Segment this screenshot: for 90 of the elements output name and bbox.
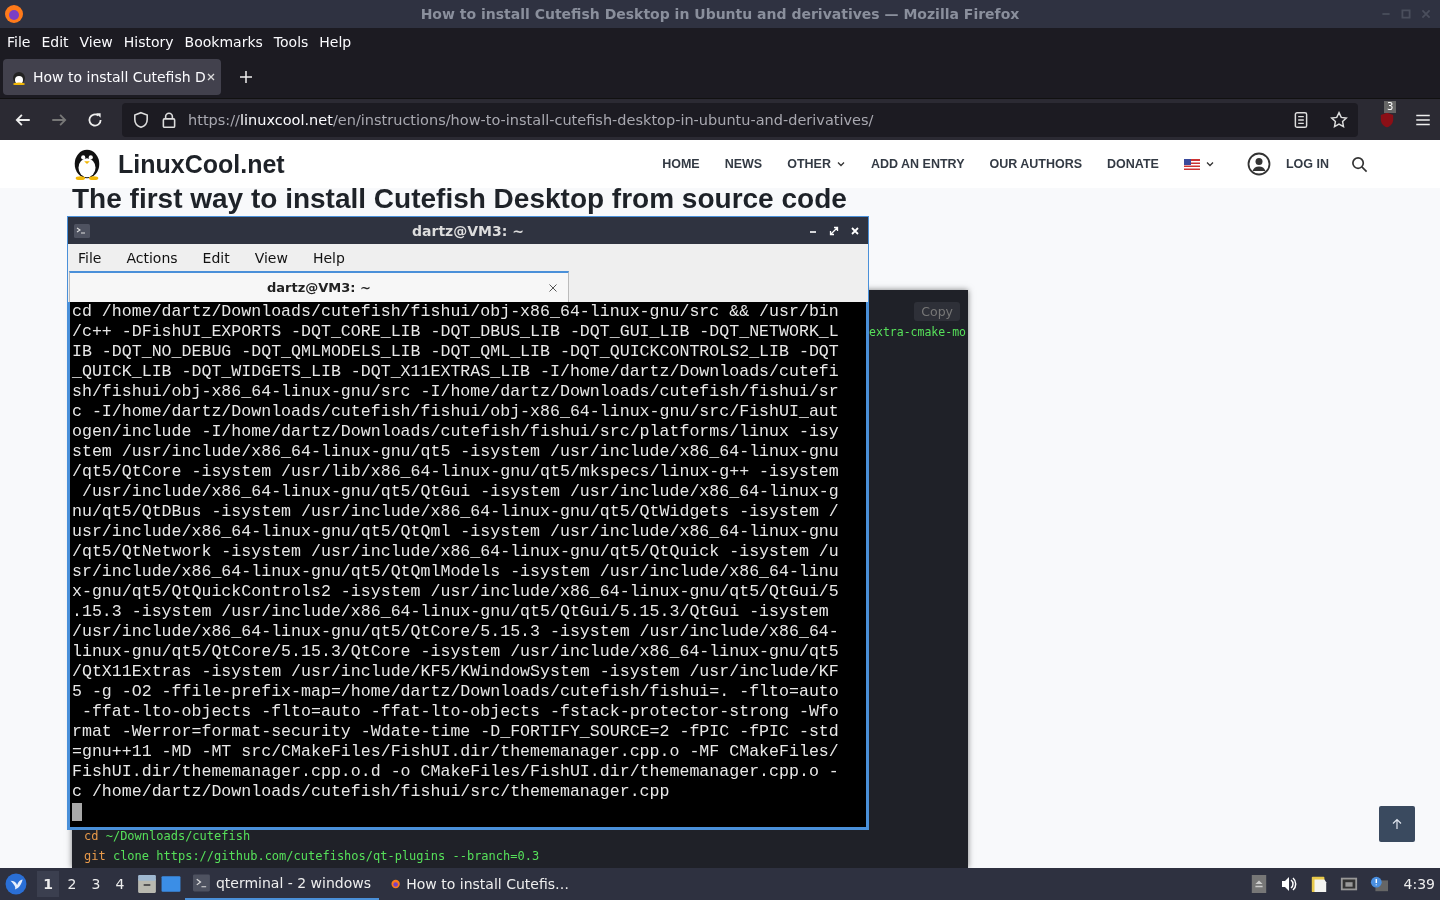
terminal-line: x-gnu/qt5/QtQuickControls2 -isystem /usr/include/x86_64-linux-gnu/qt5/QtGui/5	[72, 582, 840, 602]
taskbar-task[interactable]: How to install Cutefis…	[383, 868, 577, 900]
nav-link[interactable]: NEWS	[724, 157, 763, 171]
terminal-line: sr/include/x86_64-linux-gnu/qt5/QtQmlModels -isystem /usr/include/x86_64-linu	[72, 562, 840, 582]
terminal-tab[interactable]: dartz@VM3: ~	[69, 271, 569, 302]
caret-icon[interactable]	[835, 159, 846, 169]
code-line: cd ~/Downloads/cutefish	[84, 828, 252, 845]
terminal-line: nu/qt5/QtDBus -isystem /usr/include/x86_64-linux-gnu/qt5/QtWidgets -isystem /	[72, 502, 840, 522]
url-text: https://linuxcool.net/en/instructions/how-to-install-cutefish-desktop-in-ubuntu-and-derivatives/	[188, 111, 875, 128]
text-cursor	[72, 803, 82, 821]
terminal-line: _QUICK_LIB -DQT_WIDGETS_LIB -DQT_X11EXTRAS_LIB -I/home/dartz/Downloads/cutefi	[72, 362, 840, 382]
workspace-button[interactable]: 2	[61, 871, 83, 897]
volume-icon[interactable]	[1279, 875, 1298, 893]
terminal-line: linux-gnu/qt5/QtCore/5.15.3/QtCore -isystem /usr/include/x86_64-linux-gnu/qt5	[72, 642, 840, 662]
terminal-line: /qt5/QtNetwork -isystem /usr/include/x86_64-linux-gnu/qt5/QtQuick -isystem /u	[72, 542, 840, 562]
terminal-line: sh/fishui/obj-x86_64-linux-gnu/src -I/home/dartz/Downloads/cutefish/fishui/sr	[72, 382, 840, 402]
workspace-button[interactable]: 4	[109, 871, 131, 897]
terminal-line: c /home/dartz/Downloads/cutefish/fishui/src/thememanager.cpp	[72, 782, 671, 802]
user-icon[interactable]	[1246, 152, 1271, 176]
taskbar-task[interactable]: qterminal - 2 windows	[185, 868, 379, 900]
terminal-line: =gnu++11 -MD -MT src/CMakeFiles/FishUI.dir/thememanager.cpp.o -MF CMakeFiles/	[72, 742, 840, 762]
terminal-line: FishUI.dir/thememanager.cpp.o.d -o CMakeFiles/FishUI.dir/thememanager.cpp.o -	[72, 762, 840, 782]
terminal-line: stem /usr/include/x86_64-linux-gnu/qt5 -isystem /usr/include/x86_64-linux-gnu	[72, 442, 840, 462]
notification-icon[interactable]	[1369, 875, 1388, 893]
window-title: How to install Cutefish Desktop in Ubuntu and derivatives — Mozilla Firefox	[420, 6, 1020, 22]
terminal-line: usr/include/x86_64-linux-gnu/qt5/QtQml -isystem /usr/include/x86_64-linux-gnu	[72, 522, 840, 542]
menu-item[interactable]: Actions	[126, 250, 178, 266]
terminal-line: -ffat-lto-objects -flto=auto -ffat-lto-objects -fstack-protector-strong -Wfo	[80, 702, 840, 722]
reload-icon[interactable]	[86, 110, 104, 129]
reader-view-icon[interactable]	[1292, 110, 1310, 129]
terminal-line: ogen/include -I/home/dartz/Downloads/cutefish/fishui/src/platforms/linux -isy	[72, 422, 840, 442]
close-icon[interactable]	[205, 71, 216, 82]
terminal-line: c -I/home/dartz/Downloads/cutefish/fishui/obj-x86_64-linux-gnu/src/FishUI_aut	[72, 402, 840, 422]
terminal-line: IB -DQT_NO_DEBUG -DQT_QMLMODELS_LIB -DQT_QML_LIB -DQT_QUICKCONTROLS2_LIB -DQT	[72, 342, 840, 362]
terminal-line: /QtX11Extras -isystem /usr/include/KF5/KWindowSystem -isystem /usr/include/KF	[72, 662, 840, 682]
lock-icon[interactable]	[160, 110, 178, 129]
site-logo[interactable]: LinuxCool.net	[118, 149, 285, 179]
article-heading: The first way to install Cutefish Desktop from source code	[72, 185, 847, 213]
login-link[interactable]: LOG IN	[1285, 157, 1329, 171]
firefox-icon	[4, 4, 24, 24]
terminal-icon	[74, 223, 90, 238]
address-bar[interactable]: https://linuxcool.net/en/instructions/how-to-install-cutefish-desktop-in-ubuntu-and-derivatives/	[122, 102, 1358, 137]
nav-link[interactable]: DONATE	[1107, 157, 1159, 171]
close-icon[interactable]	[548, 282, 558, 293]
terminal-line: rmat -Werror=format-security -Wdate-time -D_FORTIFY_SOURCE=2 -fPIC -fPIC -std	[72, 722, 840, 742]
menu-item[interactable]: Edit	[40, 33, 75, 50]
new-tab-icon[interactable]	[239, 69, 253, 84]
window-title: dartz@VM3: ~	[412, 222, 524, 239]
arrow-up-icon	[1391, 818, 1403, 830]
clipboard-icon[interactable]	[1309, 875, 1328, 893]
terminal-icon	[193, 874, 210, 892]
terminal-line: 5 -g -O2 -ffile-prefix-map=/home/dartz/Downloads/cutefish/fishui=. -flto=auto	[72, 682, 840, 702]
network-icon[interactable]	[1339, 875, 1358, 893]
menu-item[interactable]: File	[6, 33, 37, 50]
menu-item[interactable]: History	[122, 33, 180, 50]
terminal-line: /usr/include/x86_64-linux-gnu/qt5/QtCore/5.15.3 -isystem /usr/include/x86_64-	[72, 622, 840, 642]
terminal-line: .15.3 -isystem /usr/include/x86_64-linux-gnu/qt5/QtGui/5.15.3/QtGui -isystem	[72, 602, 830, 622]
shield-icon[interactable]	[132, 110, 150, 129]
menu-item[interactable]: Edit	[202, 250, 230, 266]
code-line: extra-cmake-mo	[869, 325, 966, 339]
workspace-button[interactable]: 3	[85, 871, 107, 897]
desktop-icon[interactable]	[161, 874, 181, 894]
notification-badge: 3	[1384, 100, 1397, 113]
menu-item[interactable]: Help	[312, 250, 345, 266]
search-icon[interactable]	[1351, 155, 1368, 173]
scroll-top-button[interactable]	[1379, 806, 1415, 842]
nav-link[interactable]: OUR AUTHORS	[989, 157, 1083, 171]
menu-item[interactable]: Bookmarks	[183, 33, 269, 50]
eject-icon[interactable]	[1249, 875, 1268, 893]
nav-link[interactable]: ADD AN ENTRY	[870, 157, 965, 171]
menu-item[interactable]: View	[254, 250, 288, 266]
terminal-line: cd /home/dartz/Downloads/cutefish/fishui/obj-x86_64-linux-gnu/src && /usr/bin	[72, 302, 840, 322]
terminal-line: /qt5/QtCore -isystem /usr/lib/x86_64-linux-gnu/qt5/mkspecs/linux-g++ -isystem	[72, 462, 840, 482]
terminal-line: /usr/include/x86_64-linux-gnu/qt5/QtGui -isystem /usr/include/x86_64-linux-g	[80, 482, 840, 502]
menu-item[interactable]: Tools	[272, 33, 315, 50]
clock: 4:39	[1403, 876, 1435, 892]
nav-link[interactable]: OTHER	[787, 157, 846, 171]
start-menu-icon[interactable]	[5, 873, 27, 895]
caret-icon[interactable]	[1204, 159, 1215, 169]
nav-link[interactable]: HOME	[662, 157, 700, 171]
browser-tab[interactable]: How to install Cutefish D	[3, 58, 221, 95]
file-cabinet-icon[interactable]	[137, 874, 157, 894]
language-selector[interactable]	[1183, 158, 1215, 170]
menu-item[interactable]: File	[78, 250, 102, 266]
terminal-line: /c++ -DFishUI_EXPORTS -DQT_CORE_LIB -DQT_DBUS_LIB -DQT_GUI_LIB -DQT_NETWORK_L	[72, 322, 840, 342]
menu-item[interactable]: View	[78, 33, 119, 50]
menu-item[interactable]: Help	[318, 33, 358, 50]
workspace-button[interactable]: 1	[37, 871, 59, 897]
code-line: git clone https://github.com/cutefishos/qt-plugins --branch=0.3	[84, 848, 541, 865]
star-icon[interactable]	[1330, 110, 1348, 129]
